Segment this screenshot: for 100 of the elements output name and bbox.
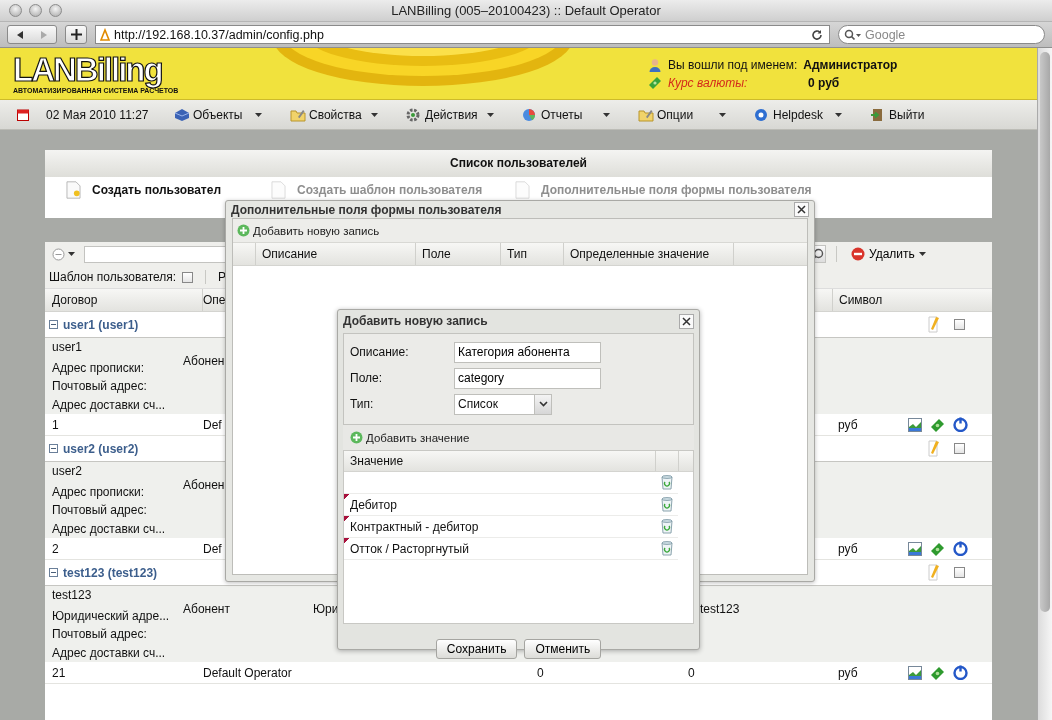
- row-checkbox[interactable]: [954, 443, 965, 454]
- group-title[interactable]: user2 (user2): [63, 441, 139, 456]
- table-cell: Адрес прописки:: [52, 360, 145, 375]
- caret-icon[interactable]: [255, 112, 262, 117]
- user-icon: [648, 57, 662, 72]
- zoom-icon[interactable]: [49, 4, 62, 17]
- caret-icon: [918, 252, 926, 256]
- power-icon[interactable]: [953, 417, 968, 432]
- close-icon[interactable]: [9, 4, 22, 17]
- column-header[interactable]: Поле: [416, 243, 501, 265]
- table-cell: Адрес доставки сч...: [52, 645, 166, 660]
- add-record-button[interactable]: Добавить новую запись: [237, 224, 380, 237]
- pie-chart-icon: [522, 107, 538, 122]
- chart-icon[interactable]: [908, 665, 922, 680]
- trash-icon[interactable]: [661, 475, 673, 490]
- group-title[interactable]: user1 (user1): [63, 317, 139, 332]
- menu-item[interactable]: Выйти: [868, 107, 984, 122]
- trash-icon[interactable]: [661, 497, 673, 512]
- save-button[interactable]: Сохранить: [435, 639, 518, 659]
- collapse-icon[interactable]: [49, 444, 58, 453]
- column-header[interactable]: Описание: [256, 243, 416, 265]
- minus-circle-icon: [52, 247, 65, 261]
- reload-icon[interactable]: [811, 28, 823, 41]
- filter-label: Р: [218, 270, 227, 284]
- folder-icon: [290, 107, 306, 122]
- money-icon[interactable]: [930, 665, 945, 680]
- table-cell: Юридический адре...: [52, 608, 170, 623]
- table-cell: 2: [52, 541, 59, 556]
- power-icon[interactable]: [953, 541, 968, 556]
- menu-item[interactable]: Объекты: [172, 107, 288, 122]
- chart-icon[interactable]: [908, 541, 922, 556]
- trash-icon[interactable]: [661, 519, 673, 534]
- minimize-icon[interactable]: [29, 4, 42, 17]
- input-field[interactable]: category: [454, 367, 601, 389]
- calendar-icon: [17, 108, 29, 121]
- table-cell: Адрес прописки:: [52, 484, 145, 499]
- add-value-button[interactable]: Добавить значение: [350, 431, 470, 444]
- window-title: LANBilling (005–20100423) :: Default Operator: [391, 3, 661, 18]
- delete-button[interactable]: Удалить: [851, 247, 926, 261]
- table-cell: test123: [700, 602, 740, 616]
- money-icon[interactable]: [930, 417, 945, 432]
- column-header[interactable]: Определенные значение: [564, 243, 734, 265]
- cancel-button[interactable]: Отменить: [524, 639, 602, 659]
- close-button[interactable]: [794, 202, 809, 217]
- type-select[interactable]: Список: [454, 393, 552, 415]
- currency-rate-value: 0 руб: [808, 75, 840, 90]
- menu-item[interactable]: Helpdesk: [752, 107, 868, 122]
- money-icon: [648, 75, 662, 90]
- table-cell: Почтовый адрес:: [52, 379, 147, 394]
- cube-icon: [174, 107, 190, 122]
- table-cell: Def: [203, 417, 222, 432]
- table-cell: Адрес доставки сч...: [52, 397, 166, 412]
- table-cell: 21: [52, 665, 66, 680]
- currency-rate-label: Курс валюты:: [668, 75, 749, 90]
- document-icon: [271, 180, 287, 199]
- row-checkbox[interactable]: [954, 567, 965, 578]
- chart-icon[interactable]: [908, 417, 922, 432]
- field-label: Описание:: [350, 345, 410, 359]
- search-field[interactable]: Google: [838, 25, 1045, 44]
- close-button[interactable]: [679, 313, 694, 329]
- caret-icon[interactable]: [487, 112, 494, 117]
- dialog-title: Дополнительные поля формы пользователя: [231, 202, 502, 217]
- money-icon[interactable]: [930, 541, 945, 556]
- column-header[interactable]: Тип: [501, 243, 564, 265]
- date-time: 02 Мая 2010 11:27: [46, 107, 149, 122]
- back-icon[interactable]: [15, 29, 25, 40]
- collapse-icon[interactable]: [49, 320, 58, 329]
- table-cell: Адрес доставки сч...: [52, 521, 166, 536]
- power-icon[interactable]: [953, 665, 968, 680]
- menu-item[interactable]: Опции: [636, 107, 752, 122]
- close-icon: [682, 316, 691, 326]
- table-cell: Абонен: [183, 354, 225, 368]
- document-icon: [66, 180, 81, 199]
- table-cell: руб: [838, 417, 858, 432]
- table-cell: user1: [52, 340, 83, 354]
- column-header[interactable]: Символ: [832, 289, 908, 311]
- document-icon: [515, 180, 531, 199]
- search-icon[interactable]: [844, 29, 862, 41]
- dialog-title: Добавить новую запись: [343, 314, 488, 328]
- scrollbar[interactable]: [1037, 48, 1052, 720]
- address-field[interactable]: http://192.168.10.37/admin/config.php: [95, 25, 830, 44]
- tab[interactable]: Создать пользовател: [66, 180, 222, 199]
- menu-item[interactable]: Свойства: [288, 107, 404, 122]
- delete-icon: [851, 247, 865, 261]
- caret-icon[interactable]: [603, 112, 610, 117]
- menu-item[interactable]: Отчеты: [520, 107, 636, 122]
- back-forward-control[interactable]: [7, 25, 57, 44]
- caret-icon[interactable]: [835, 112, 842, 117]
- column-header[interactable]: Договор: [52, 289, 203, 311]
- trash-icon[interactable]: [661, 541, 673, 556]
- caret-icon[interactable]: [371, 112, 378, 117]
- row-checkbox[interactable]: [954, 319, 965, 330]
- input-field[interactable]: Категория абонента: [454, 341, 601, 363]
- table-cell: Абонент: [183, 602, 230, 616]
- template-checkbox[interactable]: [182, 271, 194, 283]
- menu-item[interactable]: Действия: [404, 107, 520, 122]
- group-title[interactable]: test123 (test123): [63, 565, 158, 580]
- add-bookmark-button[interactable]: [65, 25, 87, 44]
- collapse-icon[interactable]: [49, 568, 58, 577]
- caret-icon[interactable]: [719, 112, 726, 117]
